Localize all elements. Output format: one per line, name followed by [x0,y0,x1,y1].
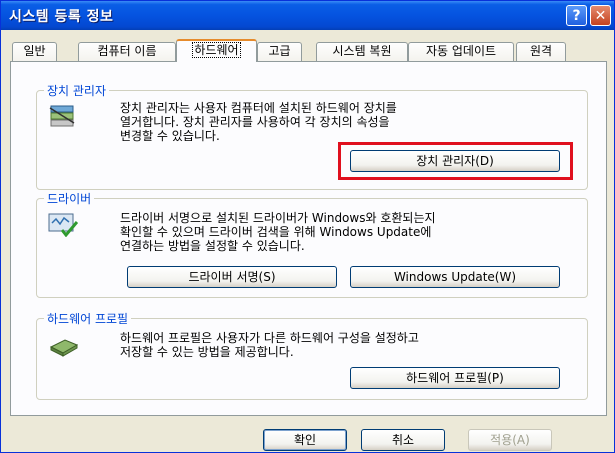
tab-automatic-updates[interactable]: 자동 업데이트 [408,42,514,61]
close-icon[interactable]: ✕ [590,5,611,26]
tab-general[interactable]: 일반 [12,42,57,61]
tab-strip: 일반 컴퓨터 이름 하드웨어 고급 시스템 복원 자동 업데이트 원격 [10,39,610,62]
hardware-tab-panel: 장치 관리자 장치 관리자는 사용자 컴퓨터에 설치된 하드웨어 장치를 열거합… [10,61,607,416]
hardware-profiles-group-title: 하드웨어 프로필 [44,310,132,327]
tab-remote[interactable]: 원격 [516,42,566,61]
apply-button[interactable]: 적용(A) [468,429,552,451]
driver-signing-button[interactable]: 드라이버 서명(S) [127,266,337,288]
tab-advanced[interactable]: 고급 [257,42,302,61]
drivers-group: 드라이버 드라이버 서명으로 설치된 드라이버가 Windows와 호환되는지 … [36,190,588,298]
tab-hardware[interactable]: 하드웨어 [176,39,257,62]
drivers-description: 드라이버 서명으로 설치된 드라이버가 Windows와 호환되는지 확인할 수… [120,211,436,253]
help-icon[interactable]: ? [566,5,587,26]
window-title: 시스템 등록 정보 [9,9,114,25]
tab-computer-name[interactable]: 컴퓨터 이름 [78,42,176,61]
driver-signing-icon [48,213,78,237]
hardware-profile-icon [49,339,79,357]
device-manager-icon [49,105,75,127]
ok-button[interactable]: 확인 [263,429,347,451]
tab-system-restore[interactable]: 시스템 복원 [316,42,408,61]
hardware-profiles-description: 하드웨어 프로필은 사용자가 다른 하드웨어 구성을 설정하고 저장할 수 있는… [120,331,419,359]
hardware-profiles-group: 하드웨어 프로필 하드웨어 프로필은 사용자가 다른 하드웨어 구성을 설정하고… [36,310,588,400]
device-manager-description: 장치 관리자는 사용자 컴퓨터에 설치된 하드웨어 장치를 열거합니다. 장치 … [120,101,397,143]
title-bar[interactable]: 시스템 등록 정보 ? ✕ [1,1,614,30]
tab-hardware-label: 하드웨어 [192,42,241,58]
cancel-button[interactable]: 취소 [361,429,445,451]
windows-update-button[interactable]: Windows Update(W) [350,266,560,288]
device-manager-group: 장치 관리자 장치 관리자는 사용자 컴퓨터에 설치된 하드웨어 장치를 열거합… [36,82,588,190]
system-properties-window: 시스템 등록 정보 ? ✕ 일반 컴퓨터 이름 하드웨어 고급 시스템 복원 자… [0,0,615,453]
hardware-profiles-button[interactable]: 하드웨어 프로필(P) [350,367,560,389]
highlight-box [338,142,573,180]
device-manager-group-title: 장치 관리자 [44,82,110,99]
drivers-group-title: 드라이버 [44,190,95,207]
